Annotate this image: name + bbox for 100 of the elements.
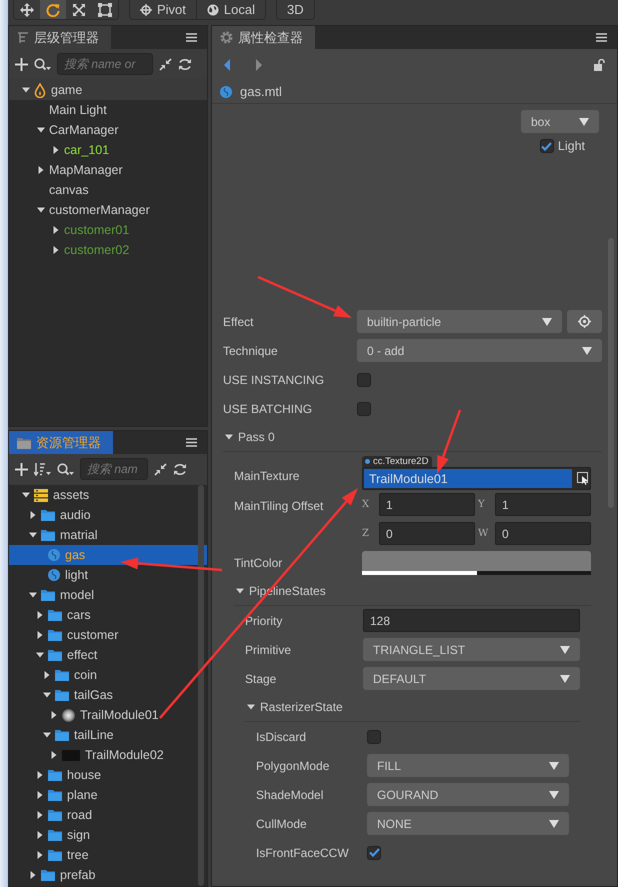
tree-item[interactable]: house — [9, 765, 207, 785]
tree-item[interactable]: game — [9, 80, 207, 100]
expand-arrow[interactable] — [36, 771, 44, 779]
expand-arrow[interactable] — [36, 791, 44, 799]
expand-arrow[interactable] — [225, 433, 233, 441]
tree-item[interactable]: car_101 — [9, 140, 207, 160]
dropdown[interactable]: FILL — [367, 754, 569, 777]
expand-arrow[interactable] — [52, 226, 60, 234]
expand-arrow[interactable] — [22, 86, 30, 94]
tree-item[interactable]: MapManager — [9, 160, 207, 180]
expand-arrow[interactable] — [50, 751, 58, 759]
dropdown[interactable]: box — [521, 110, 599, 133]
dropdown[interactable]: GOURAND — [367, 783, 569, 806]
plus-icon[interactable] — [15, 58, 28, 70]
tree-item[interactable]: tree — [9, 845, 207, 865]
panel-tab[interactable]: 层级管理器 — [9, 26, 111, 49]
expand-arrow[interactable] — [36, 631, 44, 639]
expand-arrow[interactable] — [36, 611, 44, 619]
tree-item[interactable]: model — [9, 585, 207, 605]
sort-icon[interactable] — [34, 462, 51, 476]
expand-arrow[interactable] — [50, 711, 58, 719]
number-field[interactable]: 1 — [495, 493, 591, 516]
lock-icon[interactable] — [594, 58, 605, 70]
expand-arrow[interactable] — [36, 811, 44, 819]
tree-item[interactable]: prefab — [9, 865, 207, 885]
expand-arrow[interactable] — [37, 166, 45, 174]
number-field[interactable]: 0 — [379, 522, 475, 545]
expand-arrow[interactable] — [43, 691, 51, 699]
plus-icon[interactable] — [15, 462, 28, 476]
tree-item[interactable]: TrailModule01 — [9, 705, 207, 725]
checkbox[interactable] — [367, 846, 381, 860]
expand-arrow[interactable] — [52, 146, 60, 154]
expand-arrow[interactable] — [29, 511, 37, 519]
tool-button[interactable] — [40, 0, 66, 19]
dropdown[interactable]: 0 - add — [357, 339, 602, 362]
expand-arrow[interactable] — [247, 703, 255, 711]
expand-arrow[interactable] — [36, 831, 44, 839]
expand-arrow[interactable] — [29, 871, 37, 879]
checkbox[interactable] — [357, 402, 371, 416]
back-icon[interactable] — [224, 58, 230, 70]
number-field[interactable]: 1 — [379, 493, 475, 516]
tree-item[interactable]: customer — [9, 625, 207, 645]
expand-arrow[interactable] — [29, 531, 37, 539]
dropdown[interactable]: NONE — [367, 812, 569, 835]
collapse-icon[interactable] — [154, 462, 167, 476]
dropdown[interactable]: TRIANGLE_LIST — [363, 638, 580, 661]
property-label: Primitive — [245, 642, 292, 656]
expand-arrow[interactable] — [36, 851, 44, 859]
tree-item[interactable]: CarManager — [9, 120, 207, 140]
tree-item[interactable]: road — [9, 805, 207, 825]
tree-item[interactable]: effect — [9, 645, 207, 665]
tree-item[interactable]: audio — [9, 505, 207, 525]
checkbox[interactable] — [540, 139, 554, 153]
expand-arrow[interactable] — [236, 587, 244, 595]
tree-item[interactable]: light — [9, 565, 207, 585]
tree-item[interactable]: canvas — [9, 180, 207, 200]
dropdown[interactable]: builtin-particle — [357, 310, 562, 333]
expand-arrow[interactable] — [29, 591, 37, 599]
tree-item[interactable]: coin — [9, 665, 207, 685]
search-icon[interactable] — [57, 462, 74, 476]
tree-item[interactable]: TrailModule02 — [9, 745, 207, 765]
checkbox[interactable] — [357, 372, 371, 386]
search-icon[interactable] — [34, 58, 51, 70]
refresh-icon[interactable] — [178, 58, 192, 70]
tree-item[interactable]: customer02 — [9, 240, 207, 260]
tree-item[interactable]: customerManager — [9, 200, 207, 220]
panel-tab[interactable]: 属性检查器 — [212, 26, 315, 49]
number-field[interactable]: 0 — [495, 522, 591, 545]
collapse-icon[interactable] — [159, 58, 172, 70]
dropdown[interactable]: DEFAULT — [363, 667, 580, 690]
folder-icon — [41, 529, 55, 541]
tree-item[interactable]: matrial — [9, 525, 207, 545]
tree-item[interactable]: cars — [9, 605, 207, 625]
tree-item[interactable]: customer01 — [9, 220, 207, 240]
section-header[interactable]: Pass 0 — [223, 423, 602, 452]
tree-item[interactable]: Main Light — [9, 100, 207, 120]
locate-button[interactable] — [567, 310, 602, 333]
expand-arrow[interactable] — [22, 491, 30, 499]
expand-arrow[interactable] — [37, 206, 45, 214]
expand-arrow[interactable] — [43, 671, 51, 679]
forward-icon[interactable] — [256, 58, 262, 70]
tree-item[interactable]: plane — [9, 785, 207, 805]
tree-item[interactable]: sign — [9, 825, 207, 845]
checkbox[interactable] — [367, 730, 381, 744]
section-header[interactable]: RasterizerState — [245, 693, 580, 722]
folder-icon — [48, 809, 62, 821]
refresh-icon[interactable] — [173, 462, 187, 476]
scrollbar[interactable] — [198, 485, 204, 886]
expand-arrow[interactable] — [36, 651, 44, 659]
property-label: CullMode — [256, 816, 308, 830]
expand-arrow[interactable] — [52, 246, 60, 254]
expand-arrow[interactable] — [37, 126, 45, 134]
asset-field[interactable]: TrailModule01 — [362, 467, 591, 490]
pick-icon[interactable] — [577, 472, 589, 485]
expand-arrow[interactable] — [43, 731, 51, 739]
color-swatch[interactable] — [362, 550, 591, 570]
tree-item[interactable]: tailGas — [9, 685, 207, 705]
number-field[interactable]: 128 — [363, 609, 580, 632]
tree-item[interactable]: tailLine — [9, 725, 207, 745]
tree-item[interactable]: assets — [9, 485, 207, 505]
